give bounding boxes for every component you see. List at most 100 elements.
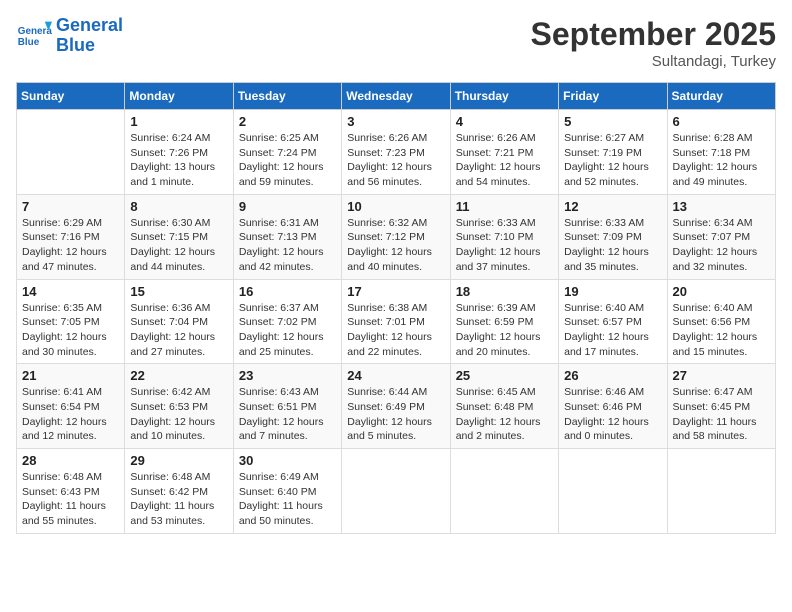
title-block: September 2025 Sultandagi, Turkey bbox=[531, 16, 776, 70]
day-number: 22 bbox=[130, 368, 227, 383]
calendar-cell: 29Sunrise: 6:48 AMSunset: 6:42 PMDayligh… bbox=[125, 449, 233, 534]
calendar-cell bbox=[17, 110, 125, 195]
day-number: 5 bbox=[564, 114, 661, 129]
month-title: September 2025 bbox=[531, 16, 776, 53]
calendar-cell: 8 Sunrise: 6:30 AMSunset: 7:15 PMDaylight… bbox=[125, 194, 233, 279]
day-number: 12 bbox=[564, 199, 661, 214]
day-info: Sunrise: 6:37 AMSunset: 7:02 PMDaylight:… bbox=[239, 301, 336, 360]
calendar-cell bbox=[342, 449, 450, 534]
calendar-cell: 20 Sunrise: 6:40 AMSunset: 6:56 PMDayligh… bbox=[667, 279, 775, 364]
day-number: 27 bbox=[673, 368, 770, 383]
calendar-week-row: 7 Sunrise: 6:29 AMSunset: 7:16 PMDaylight… bbox=[17, 194, 776, 279]
day-number: 4 bbox=[456, 114, 553, 129]
day-info: Sunrise: 6:41 AMSunset: 6:54 PMDaylight:… bbox=[22, 385, 119, 444]
calendar-cell: 26 Sunrise: 6:46 AMSunset: 6:46 PMDayligh… bbox=[559, 364, 667, 449]
day-info: Sunrise: 6:30 AMSunset: 7:15 PMDaylight:… bbox=[130, 216, 227, 275]
day-number: 29 bbox=[130, 453, 227, 468]
day-number: 20 bbox=[673, 284, 770, 299]
calendar-cell: 22 Sunrise: 6:42 AMSunset: 6:53 PMDayligh… bbox=[125, 364, 233, 449]
day-info: Sunrise: 6:28 AMSunset: 7:18 PMDaylight:… bbox=[673, 131, 770, 190]
day-info: Sunrise: 6:34 AMSunset: 7:07 PMDaylight:… bbox=[673, 216, 770, 275]
calendar-cell: 18Sunrise: 6:39 AMSunset: 6:59 PMDayligh… bbox=[450, 279, 558, 364]
day-info: Sunrise: 6:31 AMSunset: 7:13 PMDaylight:… bbox=[239, 216, 336, 275]
calendar-cell: 21 Sunrise: 6:41 AMSunset: 6:54 PMDayligh… bbox=[17, 364, 125, 449]
day-number: 9 bbox=[239, 199, 336, 214]
day-number: 26 bbox=[564, 368, 661, 383]
day-number: 8 bbox=[130, 199, 227, 214]
logo: General Blue General Blue bbox=[16, 16, 123, 56]
day-number: 11 bbox=[456, 199, 553, 214]
day-number: 10 bbox=[347, 199, 444, 214]
day-info: Sunrise: 6:42 AMSunset: 6:53 PMDaylight:… bbox=[130, 385, 227, 444]
calendar-cell: 14Sunrise: 6:35 AMSunset: 7:05 PMDayligh… bbox=[17, 279, 125, 364]
day-number: 21 bbox=[22, 368, 119, 383]
calendar-cell: 23Sunrise: 6:43 AMSunset: 6:51 PMDayligh… bbox=[233, 364, 341, 449]
day-info: Sunrise: 6:33 AMSunset: 7:10 PMDaylight:… bbox=[456, 216, 553, 275]
calendar-cell: 17 Sunrise: 6:38 AMSunset: 7:01 PMDayligh… bbox=[342, 279, 450, 364]
day-info: Sunrise: 6:43 AMSunset: 6:51 PMDaylight:… bbox=[239, 385, 336, 444]
calendar-cell: 3Sunrise: 6:26 AMSunset: 7:23 PMDaylight… bbox=[342, 110, 450, 195]
calendar-cell: 9 Sunrise: 6:31 AMSunset: 7:13 PMDaylight… bbox=[233, 194, 341, 279]
day-info: Sunrise: 6:25 AMSunset: 7:24 PMDaylight:… bbox=[239, 131, 336, 190]
calendar-cell: 7 Sunrise: 6:29 AMSunset: 7:16 PMDaylight… bbox=[17, 194, 125, 279]
day-info: Sunrise: 6:26 AMSunset: 7:23 PMDaylight:… bbox=[347, 131, 444, 190]
day-number: 17 bbox=[347, 284, 444, 299]
svg-text:General: General bbox=[18, 26, 52, 37]
calendar-week-row: 14Sunrise: 6:35 AMSunset: 7:05 PMDayligh… bbox=[17, 279, 776, 364]
day-info: Sunrise: 6:24 AMSunset: 7:26 PMDaylight:… bbox=[130, 131, 227, 190]
calendar-cell: 2 Sunrise: 6:25 AMSunset: 7:24 PMDaylight… bbox=[233, 110, 341, 195]
calendar-week-row: 1 Sunrise: 6:24 AMSunset: 7:26 PMDaylight… bbox=[17, 110, 776, 195]
day-info: Sunrise: 6:38 AMSunset: 7:01 PMDaylight:… bbox=[347, 301, 444, 360]
day-info: Sunrise: 6:39 AMSunset: 6:59 PMDaylight:… bbox=[456, 301, 553, 360]
weekday-header-friday: Friday bbox=[559, 83, 667, 110]
calendar-cell: 13 Sunrise: 6:34 AMSunset: 7:07 PMDayligh… bbox=[667, 194, 775, 279]
calendar-cell: 15 Sunrise: 6:36 AMSunset: 7:04 PMDayligh… bbox=[125, 279, 233, 364]
weekday-header-monday: Monday bbox=[125, 83, 233, 110]
calendar-cell: 6 Sunrise: 6:28 AMSunset: 7:18 PMDaylight… bbox=[667, 110, 775, 195]
day-info: Sunrise: 6:32 AMSunset: 7:12 PMDaylight:… bbox=[347, 216, 444, 275]
day-number: 28 bbox=[22, 453, 119, 468]
calendar-table: SundayMondayTuesdayWednesdayThursdayFrid… bbox=[16, 82, 776, 534]
calendar-cell bbox=[559, 449, 667, 534]
day-info: Sunrise: 6:26 AMSunset: 7:21 PMDaylight:… bbox=[456, 131, 553, 190]
calendar-cell bbox=[667, 449, 775, 534]
calendar-cell: 1 Sunrise: 6:24 AMSunset: 7:26 PMDaylight… bbox=[125, 110, 233, 195]
weekday-header-row: SundayMondayTuesdayWednesdayThursdayFrid… bbox=[17, 83, 776, 110]
day-number: 13 bbox=[673, 199, 770, 214]
svg-text:Blue: Blue bbox=[18, 37, 40, 48]
logo-icon: General Blue bbox=[16, 18, 52, 54]
calendar-cell: 19Sunrise: 6:40 AMSunset: 6:57 PMDayligh… bbox=[559, 279, 667, 364]
day-number: 19 bbox=[564, 284, 661, 299]
calendar-cell: 16 Sunrise: 6:37 AMSunset: 7:02 PMDayligh… bbox=[233, 279, 341, 364]
calendar-cell: 4 Sunrise: 6:26 AMSunset: 7:21 PMDaylight… bbox=[450, 110, 558, 195]
day-number: 1 bbox=[130, 114, 227, 129]
day-info: Sunrise: 6:40 AMSunset: 6:56 PMDaylight:… bbox=[673, 301, 770, 360]
calendar-cell: 28Sunrise: 6:48 AMSunset: 6:43 PMDayligh… bbox=[17, 449, 125, 534]
weekday-header-sunday: Sunday bbox=[17, 83, 125, 110]
calendar-week-row: 28Sunrise: 6:48 AMSunset: 6:43 PMDayligh… bbox=[17, 449, 776, 534]
logo-text: General Blue bbox=[56, 16, 123, 56]
location-subtitle: Sultandagi, Turkey bbox=[531, 53, 776, 70]
day-info: Sunrise: 6:44 AMSunset: 6:49 PMDaylight:… bbox=[347, 385, 444, 444]
calendar-cell: 11 Sunrise: 6:33 AMSunset: 7:10 PMDayligh… bbox=[450, 194, 558, 279]
day-number: 15 bbox=[130, 284, 227, 299]
day-info: Sunrise: 6:35 AMSunset: 7:05 PMDaylight:… bbox=[22, 301, 119, 360]
day-number: 6 bbox=[673, 114, 770, 129]
calendar-cell bbox=[450, 449, 558, 534]
day-number: 2 bbox=[239, 114, 336, 129]
weekday-header-wednesday: Wednesday bbox=[342, 83, 450, 110]
day-info: Sunrise: 6:46 AMSunset: 6:46 PMDaylight:… bbox=[564, 385, 661, 444]
day-number: 16 bbox=[239, 284, 336, 299]
calendar-cell: 30 Sunrise: 6:49 AMSunset: 6:40 PMDayligh… bbox=[233, 449, 341, 534]
day-info: Sunrise: 6:36 AMSunset: 7:04 PMDaylight:… bbox=[130, 301, 227, 360]
calendar-cell: 27Sunrise: 6:47 AMSunset: 6:45 PMDayligh… bbox=[667, 364, 775, 449]
calendar-cell: 12 Sunrise: 6:33 AMSunset: 7:09 PMDayligh… bbox=[559, 194, 667, 279]
day-info: Sunrise: 6:49 AMSunset: 6:40 PMDaylight:… bbox=[239, 470, 336, 529]
day-number: 7 bbox=[22, 199, 119, 214]
calendar-cell: 25Sunrise: 6:45 AMSunset: 6:48 PMDayligh… bbox=[450, 364, 558, 449]
day-info: Sunrise: 6:33 AMSunset: 7:09 PMDaylight:… bbox=[564, 216, 661, 275]
weekday-header-thursday: Thursday bbox=[450, 83, 558, 110]
day-number: 30 bbox=[239, 453, 336, 468]
day-info: Sunrise: 6:29 AMSunset: 7:16 PMDaylight:… bbox=[22, 216, 119, 275]
day-number: 25 bbox=[456, 368, 553, 383]
